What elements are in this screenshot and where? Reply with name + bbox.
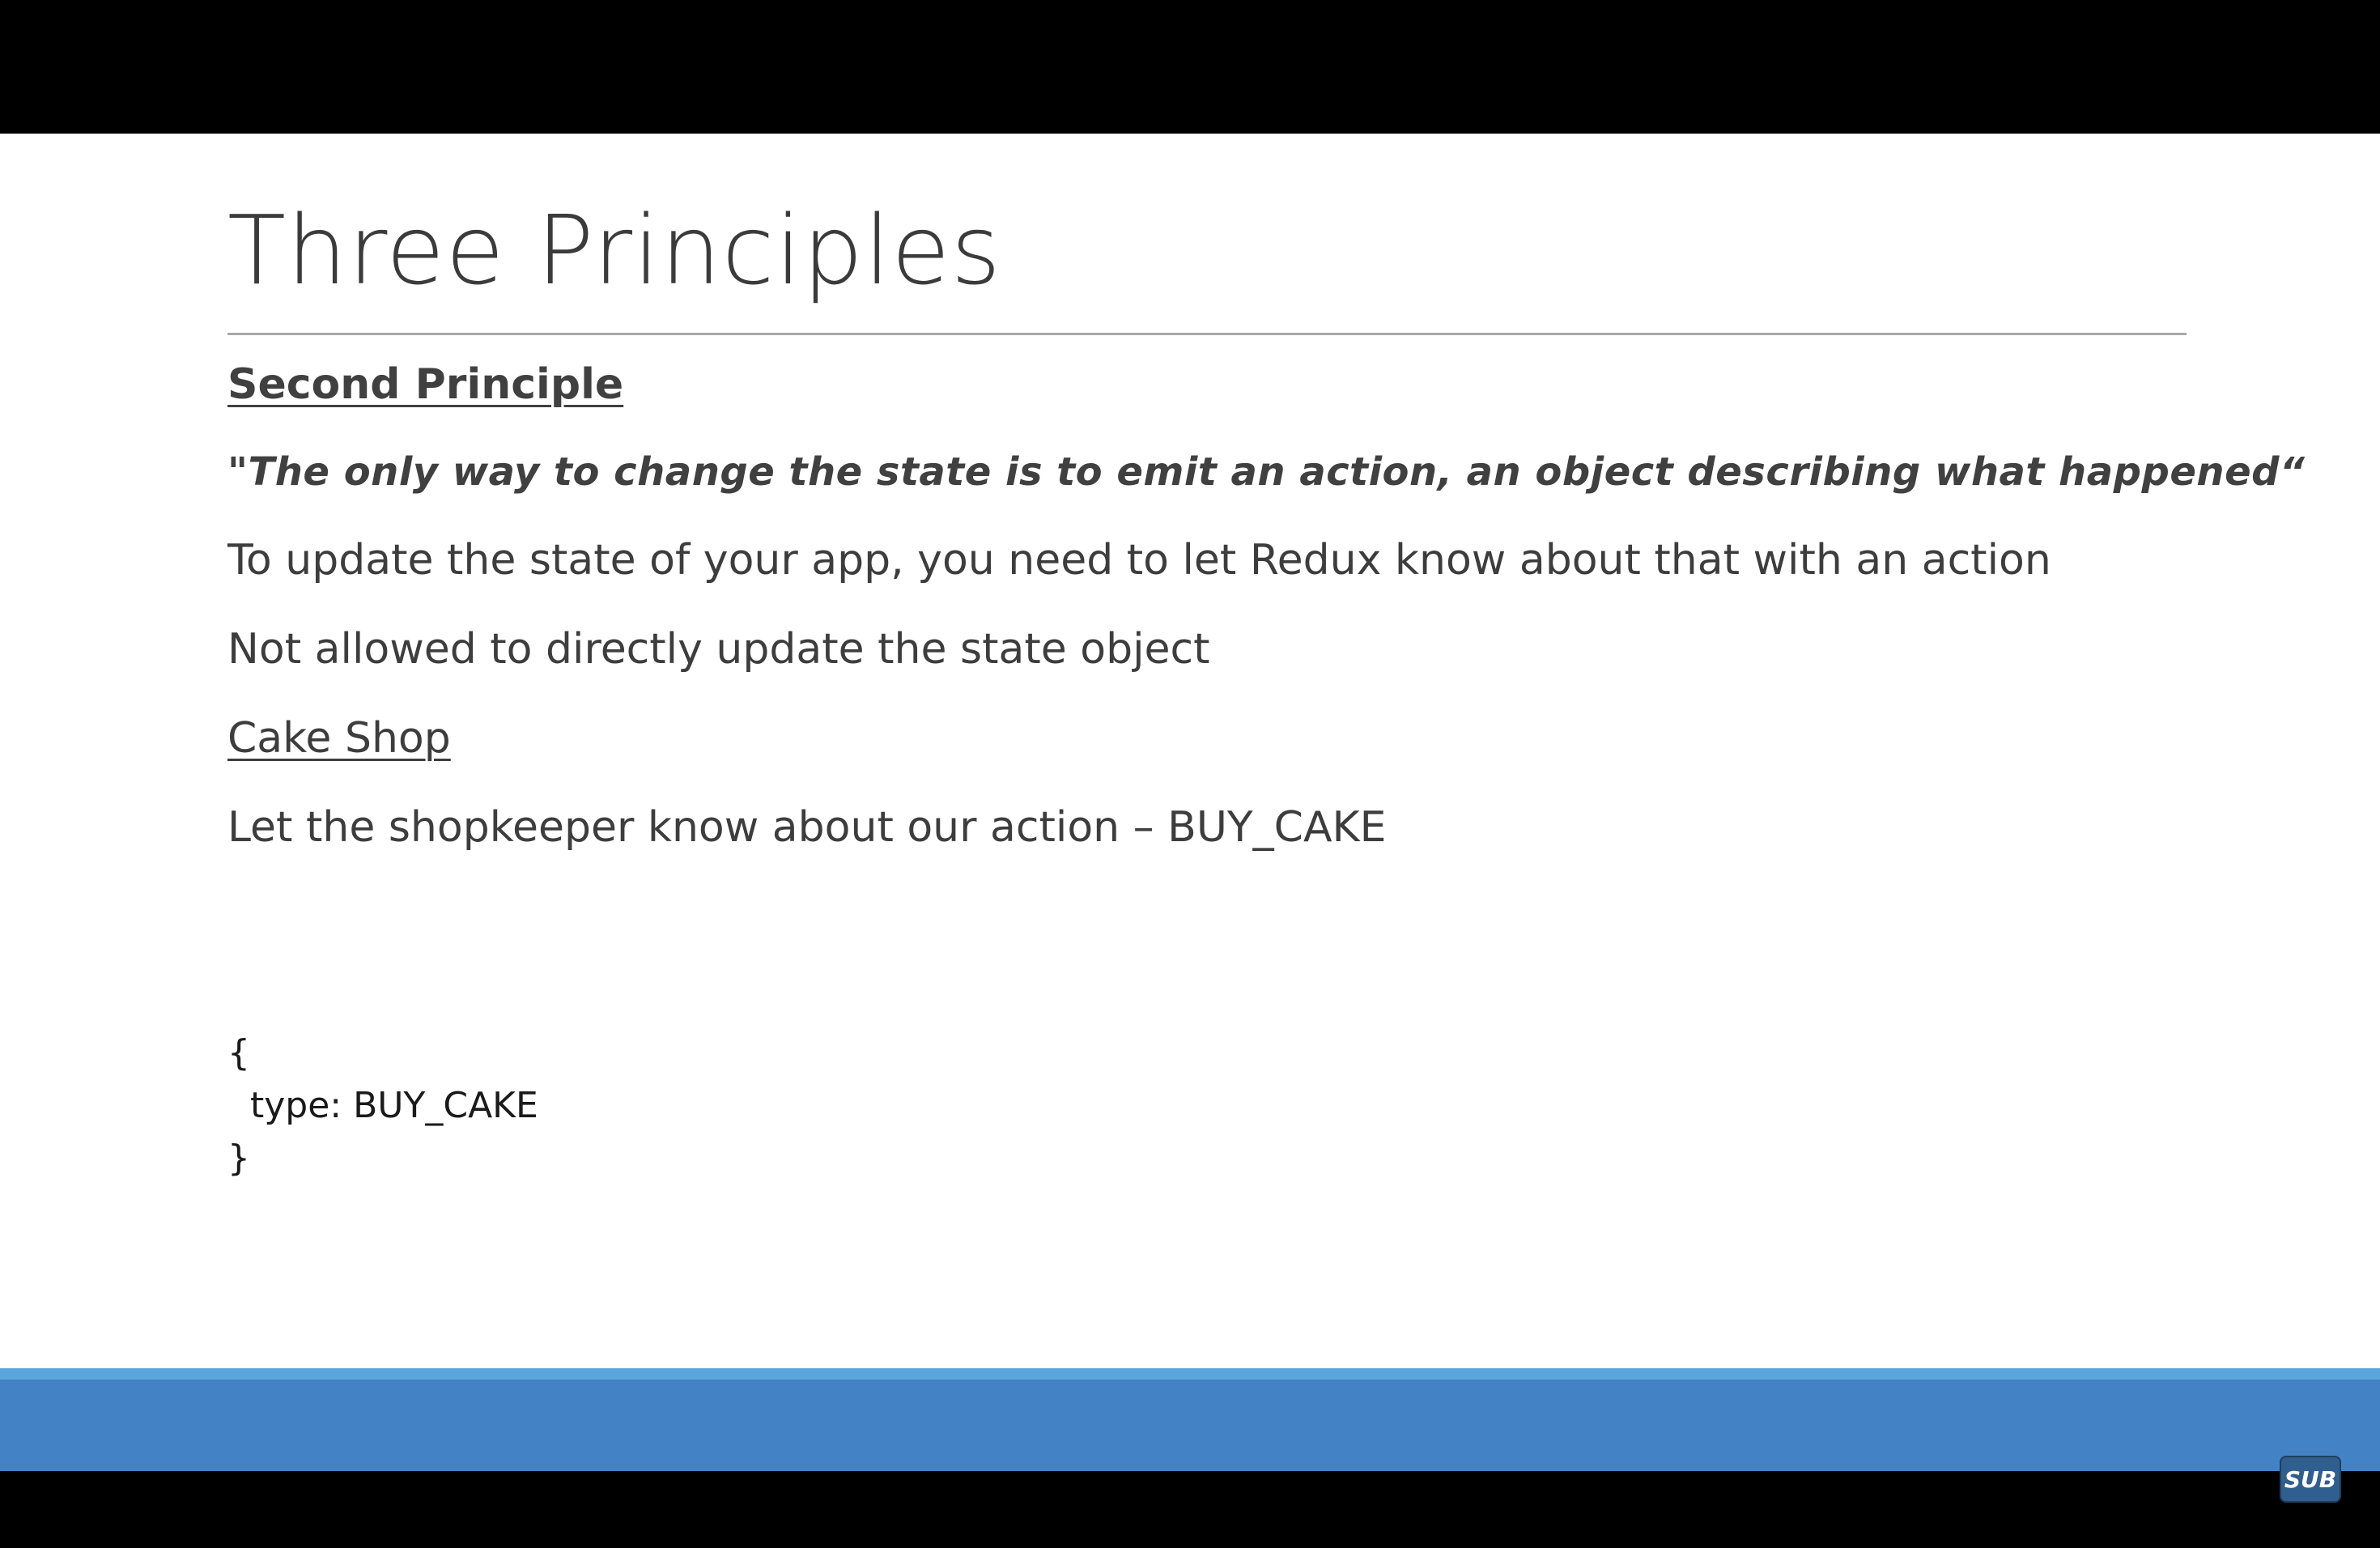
slide-footer-band: [0, 1368, 2380, 1471]
code-line: {: [227, 1032, 250, 1074]
subscribe-badge[interactable]: SUB: [2281, 1457, 2340, 1501]
title-divider: [227, 333, 2187, 335]
principle-quote: "The only way to change the state is to …: [227, 449, 2306, 495]
top-letterbox: [0, 0, 2380, 134]
code-line: }: [227, 1138, 250, 1179]
code-line: type: BUY_CAKE: [227, 1085, 538, 1126]
bullet-update-state: To update the state of your app, you nee…: [227, 536, 2051, 585]
action-object-code: { type: BUY_CAKE }: [227, 1027, 538, 1184]
bottom-letterbox: [0, 1471, 2380, 1548]
slide-subheading: Second Principle: [227, 360, 624, 409]
slide-title: Three Principles: [227, 194, 1002, 306]
bullet-shopkeeper-action: Let the shopkeeper know about our action…: [227, 803, 1387, 852]
bullet-not-allowed: Not allowed to directly update the state…: [227, 625, 1210, 674]
cake-shop-heading: Cake Shop: [227, 714, 451, 763]
